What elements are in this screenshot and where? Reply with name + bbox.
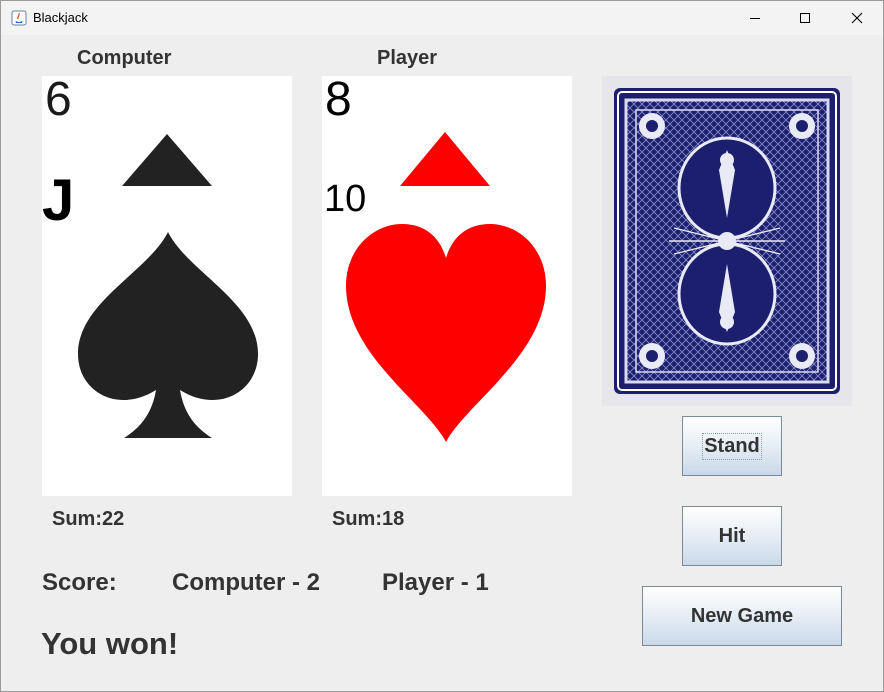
java-icon [11,10,27,26]
computer-card: 6 J [42,76,292,496]
app-window: Blackjack Computer Player 6 J 8 10 Sum:2… [0,0,884,692]
window-title: Blackjack [33,10,88,25]
stand-button[interactable]: Stand [682,416,782,476]
title-bar: Blackjack [1,1,883,35]
computer-card-overlay-rank: J [42,172,94,230]
player-card: 8 10 [322,76,572,496]
spade-pip-small-icon [122,134,212,186]
computer-card-rank: 6 [45,73,72,126]
deck-card-back [602,76,852,406]
computer-sum: Sum:22 [52,508,125,530]
player-card-rank: 8 [325,73,352,126]
computer-label: Computer [77,47,172,69]
stand-button-label: Stand [702,432,762,460]
minimize-icon [750,18,760,19]
score-label: Score: [42,569,117,596]
new-game-button-label: New Game [690,604,794,627]
player-score: Player - 1 [382,569,489,596]
close-icon [851,12,863,24]
player-label: Player [377,47,438,69]
hit-button-label: Hit [718,524,746,547]
result-message: You won! [41,626,179,661]
player-sum: Sum:18 [332,508,405,530]
heart-suit-icon [346,224,546,442]
minimize-button[interactable] [732,1,778,35]
heart-pip-small-icon [400,132,490,186]
card-back-pattern-icon [614,88,840,394]
maximize-icon [800,13,810,23]
spade-suit-icon [78,232,258,438]
close-button[interactable] [834,1,880,35]
maximize-button[interactable] [782,1,828,35]
new-game-button[interactable]: New Game [642,586,842,646]
hit-button[interactable]: Hit [682,506,782,566]
computer-score: Computer - 2 [172,569,321,596]
player-card-overlay-rank: 10 [324,178,367,220]
